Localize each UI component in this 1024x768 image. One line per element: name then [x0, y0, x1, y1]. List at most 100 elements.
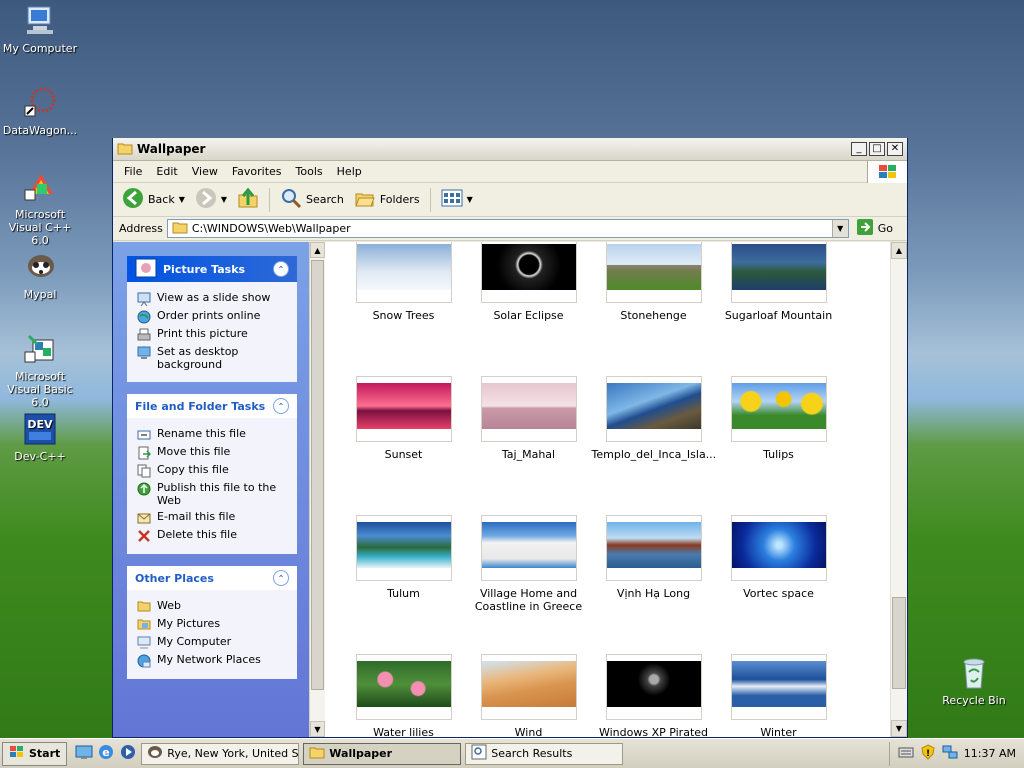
task-pane-scroll-thumb[interactable]: [311, 260, 324, 690]
file-thumbnail[interactable]: Vịnh Hạ Long: [591, 515, 716, 654]
task-order-prints[interactable]: Order prints online: [137, 309, 289, 324]
title-bar[interactable]: Wallpaper _ □ ✕: [113, 138, 907, 161]
scroll-up-arrow[interactable]: ▲: [891, 242, 907, 259]
show-desktop-icon[interactable]: [75, 743, 93, 764]
publish-web-icon: [137, 482, 151, 496]
scroll-up-arrow[interactable]: ▲: [310, 242, 325, 258]
media-player-icon[interactable]: [119, 743, 137, 764]
search-button[interactable]: Search: [277, 185, 347, 214]
file-thumbnail[interactable]: Tulum: [341, 515, 466, 654]
menu-file[interactable]: File: [117, 165, 149, 178]
file-thumbnail[interactable]: Windows XP Pirated: [591, 654, 716, 737]
go-button[interactable]: Go: [853, 216, 907, 241]
menu-edit[interactable]: Edit: [149, 165, 184, 178]
collapse-icon[interactable]: ⌃: [273, 261, 289, 277]
menu-favorites[interactable]: Favorites: [225, 165, 289, 178]
task-publish-web[interactable]: Publish this file to the Web: [137, 481, 289, 507]
desktop-icon-label: Microsoft Visual Basic 6.0: [7, 370, 73, 409]
forward-button[interactable]: ▼: [192, 185, 230, 214]
task-view-slideshow[interactable]: View as a slide show: [137, 291, 289, 307]
address-value: C:\WINDOWS\Web\Wallpaper: [191, 222, 351, 235]
place-my-computer[interactable]: My Computer: [137, 635, 289, 650]
chevron-down-icon[interactable]: ▼: [467, 195, 473, 204]
file-folder-tasks-header[interactable]: File and Folder Tasks ⌃: [127, 394, 297, 418]
windows-logo-icon: [9, 745, 25, 762]
desktop-icon-recycle-bin[interactable]: Recycle Bin: [934, 656, 1014, 707]
clock[interactable]: 11:37 AM: [964, 747, 1016, 760]
file-thumbnail[interactable]: Tulips: [716, 376, 841, 515]
task-delete-file[interactable]: Delete this file: [137, 528, 289, 543]
place-my-pictures[interactable]: My Pictures: [137, 617, 289, 632]
network-icon[interactable]: [942, 744, 958, 763]
place-my-network[interactable]: My Network Places: [137, 653, 289, 668]
internet-explorer-icon[interactable]: e: [97, 743, 115, 764]
task-copy-file[interactable]: Copy this file: [137, 463, 289, 478]
file-thumbnail[interactable]: Winter: [716, 654, 841, 737]
thumbnail-image: [480, 242, 577, 303]
menu-view[interactable]: View: [185, 165, 225, 178]
start-button[interactable]: Start: [2, 741, 68, 766]
file-thumbnail[interactable]: Sugarloaf Mountain: [716, 242, 841, 376]
desktop-icon-datawagon[interactable]: DataWagon...: [0, 86, 80, 137]
taskbar-item-search-results[interactable]: Search Results: [465, 742, 624, 765]
back-button[interactable]: Back ▼: [119, 185, 188, 214]
up-button[interactable]: [234, 185, 262, 214]
file-thumbnail[interactable]: Solar Eclipse: [466, 242, 591, 376]
collapse-icon[interactable]: ⌃: [273, 398, 289, 414]
scroll-down-arrow[interactable]: ▼: [891, 720, 907, 737]
task-move-file[interactable]: Move this file: [137, 445, 289, 460]
file-thumbnail[interactable]: Stonehenge: [591, 242, 716, 376]
file-view-scroll-thumb[interactable]: [892, 597, 906, 689]
place-label: My Network Places: [157, 653, 261, 666]
file-thumbnail[interactable]: Templo_del_Inca_Isla...: [591, 376, 716, 515]
file-thumbnail[interactable]: Taj_Mahal: [466, 376, 591, 515]
maximize-button[interactable]: □: [869, 142, 885, 156]
file-thumbnail[interactable]: Snow Trees: [341, 242, 466, 376]
desktop-icon-mypal[interactable]: Mypal: [0, 250, 80, 301]
place-label: Web: [157, 599, 181, 612]
chevron-down-icon[interactable]: ▼: [179, 195, 185, 204]
minimize-button[interactable]: _: [851, 142, 867, 156]
menu-help[interactable]: Help: [330, 165, 369, 178]
menu-tools[interactable]: Tools: [289, 165, 330, 178]
security-shield-icon[interactable]: !: [920, 744, 936, 763]
desktop-icon-visual-cpp[interactable]: Microsoft Visual C++ 6.0: [0, 170, 80, 247]
task-email-file[interactable]: E-mail this file: [137, 510, 289, 525]
toolbar-separator: [429, 187, 431, 212]
desktop-icon-visual-basic[interactable]: Microsoft Visual Basic 6.0: [0, 332, 80, 409]
file-name: Solar Eclipse: [493, 309, 564, 322]
address-input[interactable]: C:\WINDOWS\Web\Wallpaper ▼: [166, 219, 849, 238]
close-button[interactable]: ✕: [887, 142, 903, 156]
keyboard-icon[interactable]: [898, 745, 914, 762]
file-thumbnail[interactable]: Village Home and Coastline in Greece: [466, 515, 591, 654]
task-pane-scrollbar[interactable]: ▲ ▼: [309, 242, 325, 737]
other-places-header[interactable]: Other Places ⌃: [127, 566, 297, 590]
file-thumbnail[interactable]: Water lilies: [341, 654, 466, 737]
desktop-icon-dev-cpp[interactable]: DEV Dev-C++: [0, 412, 80, 463]
task-label: Publish this file to the Web: [157, 481, 277, 507]
address-dropdown-button[interactable]: ▼: [831, 220, 848, 237]
task-rename-file[interactable]: Rename this file: [137, 427, 289, 442]
file-thumbnail[interactable]: Wind: [466, 654, 591, 737]
taskbar-item-browser[interactable]: Rye, New York, United S...: [141, 742, 300, 765]
picture-tasks-header[interactable]: Picture Tasks ⌃: [127, 256, 297, 282]
forward-arrow-icon: [195, 187, 217, 212]
taskbar: Start e Rye, New York, United S... Wallp…: [0, 738, 1024, 768]
place-web[interactable]: Web: [137, 599, 289, 614]
task-print-picture[interactable]: Print this picture: [137, 327, 289, 342]
thumbnail-image: [480, 515, 577, 581]
scroll-down-arrow[interactable]: ▼: [310, 721, 325, 737]
desktop-icon-my-computer[interactable]: My Computer: [0, 4, 80, 55]
views-button[interactable]: ▼: [438, 187, 476, 212]
file-thumbnail[interactable]: Sunset: [341, 376, 466, 515]
file-thumbnail[interactable]: Vortec space: [716, 515, 841, 654]
file-view-scrollbar[interactable]: ▲ ▼: [890, 242, 907, 737]
chevron-down-icon[interactable]: ▼: [221, 195, 227, 204]
globe-icon: [137, 310, 151, 324]
collapse-icon[interactable]: ⌃: [273, 570, 289, 586]
folders-button[interactable]: Folders: [351, 186, 423, 213]
task-set-desktop-background[interactable]: Set as desktop background: [137, 345, 289, 371]
file-name: Water lilies: [373, 726, 434, 737]
taskbar-item-wallpaper[interactable]: Wallpaper: [303, 742, 462, 765]
printer-icon: [137, 328, 151, 342]
